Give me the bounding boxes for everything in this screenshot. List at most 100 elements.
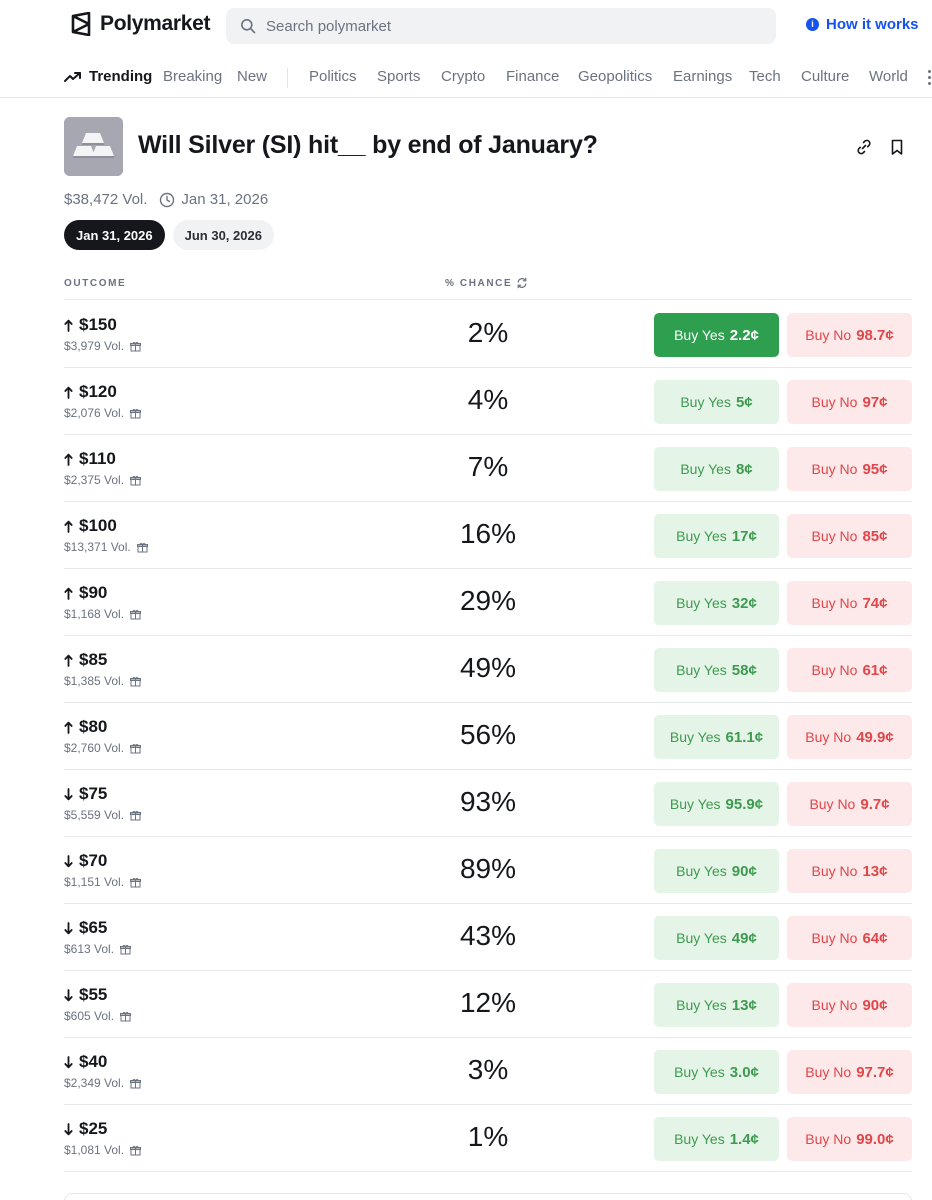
buy-no-button[interactable]: Buy No 97¢ [787, 380, 912, 424]
gift-icon [130, 609, 142, 619]
volume-text: $3,979 Vol. [64, 339, 125, 353]
buy-no-button[interactable]: Buy No 9.7¢ [787, 782, 912, 826]
link-icon[interactable] [855, 138, 873, 156]
nav-item-trending[interactable]: Trending [64, 68, 152, 85]
nav-item-label: Trending [89, 68, 153, 85]
polymarket-logo-icon [71, 12, 91, 36]
buy-no-button[interactable]: Buy No 64¢ [787, 916, 912, 960]
outcome-row[interactable]: $75 $5,559 Vol. 93% Buy Yes 95.9¢ Buy No 9.7¢ [64, 770, 912, 837]
outcome-chance: 16% [459, 518, 517, 549]
outcome-volume: $1,151 Vol. [64, 875, 142, 889]
outcome-row[interactable]: $90 $1,168 Vol. 29% Buy Yes 32¢ Buy No 74¢ [64, 569, 912, 636]
buy-yes-label: Buy Yes [676, 662, 727, 678]
nav-item-culture[interactable]: Culture [801, 68, 849, 85]
outcome-chance: 12% [459, 987, 517, 1018]
nav-item-geopolitics[interactable]: Geopolitics [578, 68, 652, 85]
gift-icon [130, 1078, 142, 1088]
outcome-strike: $75 [64, 784, 107, 804]
brand-logo[interactable]: Polymarket [70, 12, 211, 36]
buy-yes-button[interactable]: Buy Yes 1.4¢ [654, 1117, 779, 1161]
no-price: 9.7¢ [860, 795, 890, 813]
buy-yes-button[interactable]: Buy Yes 58¢ [654, 648, 779, 692]
arrow-up-icon [64, 587, 73, 600]
buy-yes-button[interactable]: Buy Yes 61.1¢ [654, 715, 779, 759]
outcome-row[interactable]: $85 $1,385 Vol. 49% Buy Yes 58¢ Buy No 61¢ [64, 636, 912, 703]
strike-price: $100 [79, 516, 117, 535]
outcome-row[interactable]: $120 $2,076 Vol. 4% Buy Yes 5¢ Buy No 97¢ [64, 368, 912, 435]
nav-item-crypto[interactable]: Crypto [441, 68, 485, 85]
arrow-up-icon [64, 319, 73, 332]
nav-item-tech[interactable]: Tech [749, 68, 781, 85]
buy-yes-button[interactable]: Buy Yes 17¢ [654, 514, 779, 558]
search-input[interactable] [266, 17, 746, 35]
buy-yes-button[interactable]: Buy Yes 90¢ [654, 849, 779, 893]
nav-item-politics[interactable]: Politics [309, 68, 357, 85]
search-icon [241, 19, 256, 34]
arrow-down-icon [64, 921, 73, 934]
nav-item-finance[interactable]: Finance [506, 68, 559, 85]
buy-no-button[interactable]: Buy No 90¢ [787, 983, 912, 1027]
buy-no-button[interactable]: Buy No 61¢ [787, 648, 912, 692]
buy-no-button[interactable]: Buy No 13¢ [787, 849, 912, 893]
buy-yes-button[interactable]: Buy Yes 49¢ [654, 916, 779, 960]
outcome-volume: $613 Vol. [64, 942, 132, 956]
date-tab-jun-30[interactable]: Jun 30, 2026 [172, 220, 274, 250]
buy-yes-button[interactable]: Buy Yes 32¢ [654, 581, 779, 625]
buy-yes-button[interactable]: Buy Yes 13¢ [654, 983, 779, 1027]
outcome-row[interactable]: $150 $3,979 Vol. 2% Buy Yes 2.2¢ Buy No 98.7¢ [64, 301, 912, 368]
outcome-row[interactable]: $40 $2,349 Vol. 3% Buy Yes 3.0¢ Buy No 97.7¢ [64, 1038, 912, 1105]
search-bar[interactable] [226, 8, 776, 44]
outcome-row[interactable]: $100 $13,371 Vol. 16% Buy Yes 17¢ Buy No 85¢ [64, 502, 912, 569]
outcome-row[interactable]: $70 $1,151 Vol. 89% Buy Yes 90¢ Buy No 13¢ [64, 837, 912, 904]
market-title: Will Silver (SI) hit__ by end of January… [138, 131, 598, 159]
volume-text: $5,559 Vol. [64, 808, 125, 822]
date-tab-jan-31[interactable]: Jan 31, 2026 [64, 220, 165, 250]
buy-yes-button[interactable]: Buy Yes 3.0¢ [654, 1050, 779, 1094]
buy-yes-button[interactable]: Buy Yes 8¢ [654, 447, 779, 491]
buy-yes-button[interactable]: Buy Yes 5¢ [654, 380, 779, 424]
buy-no-label: Buy No [811, 394, 858, 410]
buy-no-button[interactable]: Buy No 98.7¢ [787, 313, 912, 357]
gift-icon [130, 408, 142, 418]
buy-no-button[interactable]: Buy No 99.0¢ [787, 1117, 912, 1161]
nav-item-sports[interactable]: Sports [377, 68, 420, 85]
outcome-row[interactable]: $80 $2,760 Vol. 56% Buy Yes 61.1¢ Buy No 49.9¢ [64, 703, 912, 770]
buy-no-button[interactable]: Buy No 85¢ [787, 514, 912, 558]
refresh-icon[interactable] [516, 277, 528, 289]
outcome-strike: $65 [64, 918, 107, 938]
nav-item-breaking[interactable]: Breaking [163, 68, 222, 85]
outcome-strike: $25 [64, 1119, 107, 1139]
buy-no-button[interactable]: Buy No 49.9¢ [787, 715, 912, 759]
outcome-chance: 93% [459, 786, 517, 817]
no-price: 99.0¢ [856, 1130, 894, 1148]
strike-price: $55 [79, 985, 108, 1004]
outcome-volume: $3,979 Vol. [64, 339, 142, 353]
outcome-row[interactable]: $55 $605 Vol. 12% Buy Yes 13¢ Buy No 90¢ [64, 971, 912, 1038]
buy-no-label: Buy No [811, 863, 858, 879]
outcome-row[interactable]: $25 $1,081 Vol. 1% Buy Yes 1.4¢ Buy No 99.0¢ [64, 1105, 912, 1172]
arrow-up-icon [64, 386, 73, 399]
nav-item-world[interactable]: World [869, 68, 908, 85]
outcome-chance: 29% [459, 585, 517, 616]
buy-yes-button[interactable]: Buy Yes 95.9¢ [654, 782, 779, 826]
no-price: 74¢ [862, 594, 888, 612]
bookmark-icon[interactable] [888, 138, 906, 156]
buy-no-button[interactable]: Buy No 74¢ [787, 581, 912, 625]
more-icon[interactable] [928, 70, 931, 86]
outcome-strike: $85 [64, 650, 107, 670]
buy-no-button[interactable]: Buy No 95¢ [787, 447, 912, 491]
no-price: 90¢ [862, 996, 888, 1014]
silver-bars-image [64, 117, 123, 176]
outcome-volume: $2,076 Vol. [64, 406, 142, 420]
how-it-works-link[interactable]: i How it works [806, 16, 919, 33]
no-price: 64¢ [862, 929, 888, 947]
outcome-row[interactable]: $65 $613 Vol. 43% Buy Yes 49¢ Buy No 64¢ [64, 904, 912, 971]
strike-price: $85 [79, 650, 108, 669]
outcome-volume: $2,760 Vol. [64, 741, 142, 755]
outcome-row[interactable]: $110 $2,375 Vol. 7% Buy Yes 8¢ Buy No 95¢ [64, 435, 912, 502]
buy-yes-button[interactable]: Buy Yes 2.2¢ [654, 313, 779, 357]
buy-no-button[interactable]: Buy No 97.7¢ [787, 1050, 912, 1094]
nav-item-new[interactable]: New [237, 68, 267, 85]
nav-item-earnings[interactable]: Earnings [673, 68, 732, 85]
gift-icon [130, 810, 142, 820]
